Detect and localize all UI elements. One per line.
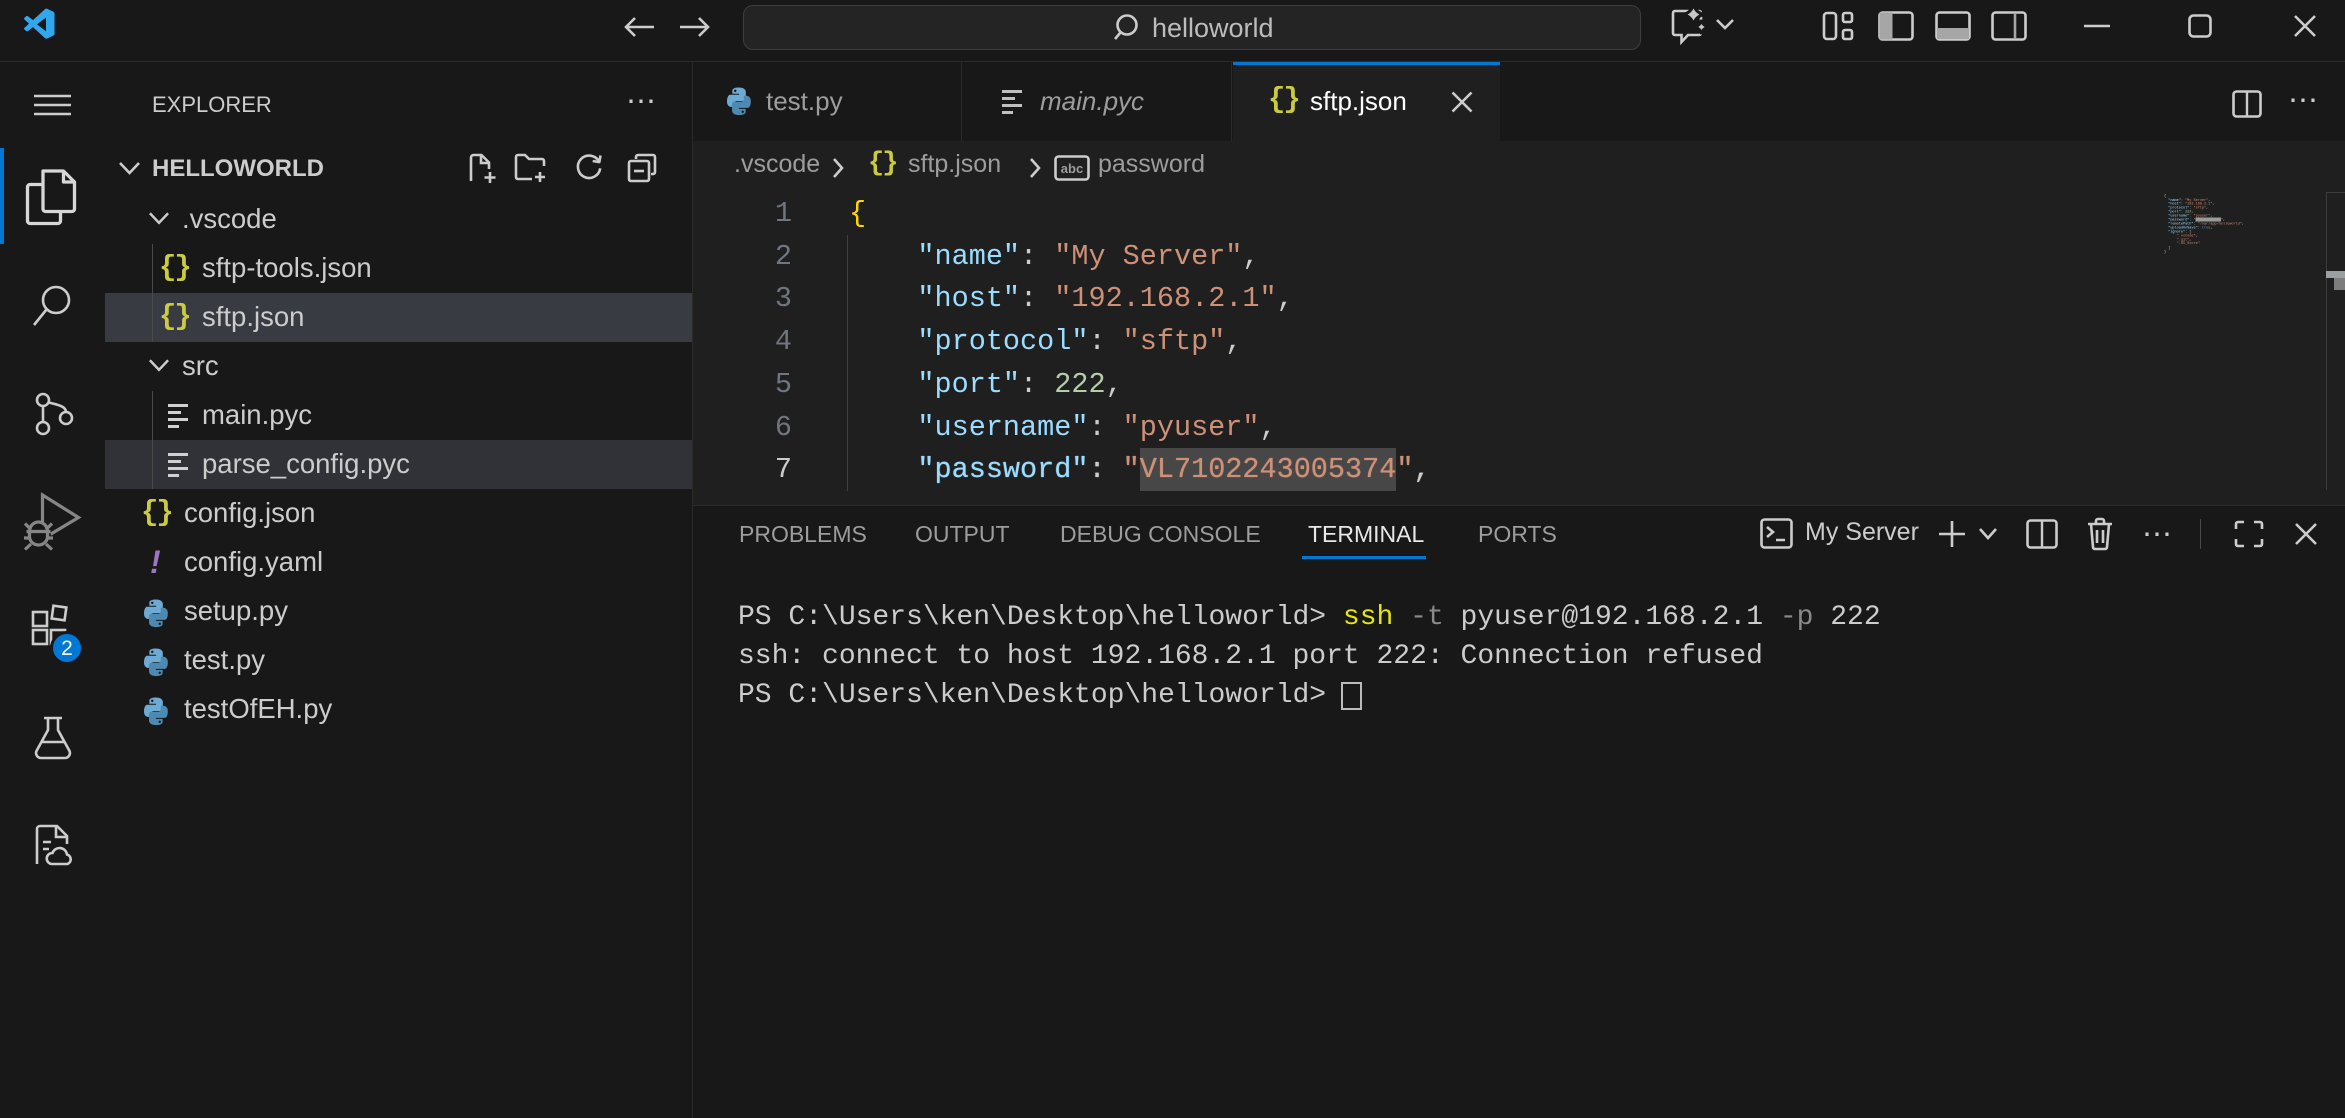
svg-text:abc: abc	[1061, 161, 1083, 176]
